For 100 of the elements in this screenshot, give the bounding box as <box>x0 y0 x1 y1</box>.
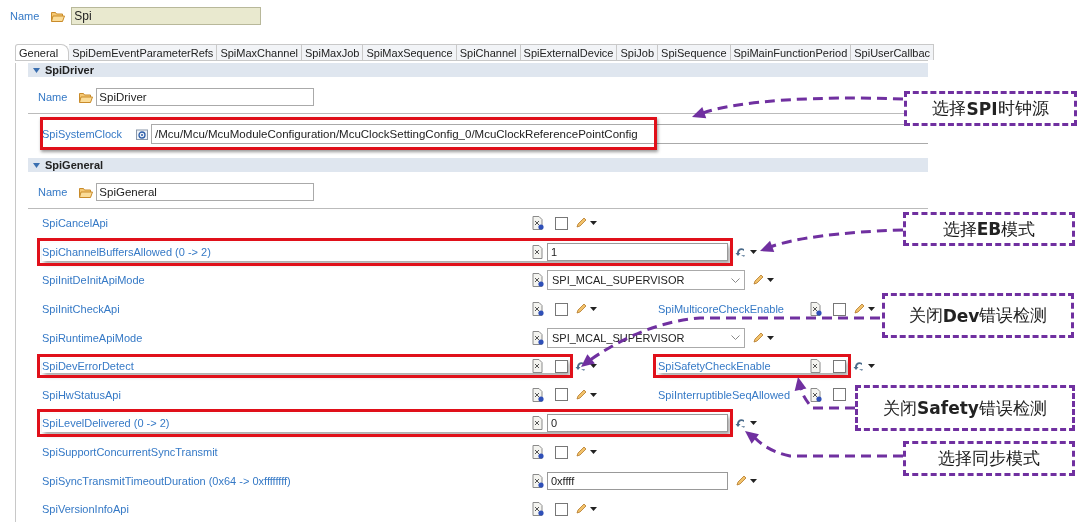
tab[interactable]: SpiMainFunctionPeriod <box>730 44 852 60</box>
pencil-menu-button[interactable] <box>575 446 597 459</box>
caret-icon <box>750 478 757 483</box>
dropdown-field[interactable]: SPI_MCAL_SUPERVISOR <box>547 270 745 291</box>
parameter-label: SpiInterruptibleSeqAllowed <box>658 388 792 401</box>
expand-icon[interactable] <box>33 162 40 168</box>
callout-note: 关闭Dev错误检测 <box>882 293 1074 338</box>
recalculate-menu-button[interactable] <box>575 360 597 373</box>
caret-icon <box>590 450 597 455</box>
checkbox[interactable] <box>833 388 846 402</box>
callout-note: 选择同步模式 <box>903 441 1075 476</box>
pencil-menu-button[interactable] <box>735 474 757 487</box>
folder-icon <box>79 91 94 103</box>
text-field[interactable]: 1 <box>547 242 728 261</box>
curved-arrow-icon <box>735 417 747 430</box>
parameter-label: SpiMulticoreCheckEnable <box>658 303 785 316</box>
curved-arrow-icon <box>853 360 865 373</box>
name-label: Name <box>38 186 68 198</box>
document-icon <box>810 359 822 374</box>
parameter-label: SpiHwStatusApi <box>42 388 122 401</box>
callout-note: 选择SPI时钟源 <box>904 91 1077 126</box>
checkbox[interactable] <box>833 359 846 373</box>
caret-icon <box>767 278 774 283</box>
document-icon <box>532 330 544 345</box>
parameter-label: SpiSyncTransmitTimeoutDuration (0x64 -> 0xffffffff) <box>42 474 292 487</box>
document-icon <box>532 273 544 288</box>
pencil-icon <box>575 388 587 401</box>
pencil-menu-button[interactable] <box>575 217 597 230</box>
reference-field[interactable]: /Mcu/Mcu/McuModuleConfiguration/McuClockSettingConfig_0/McuClockReferencePointConfig <box>151 124 928 144</box>
folder-icon <box>51 10 66 22</box>
caret-icon <box>590 307 597 312</box>
document-icon <box>532 359 544 374</box>
link-icon <box>136 128 148 140</box>
text-field[interactable]: 0xffff <box>547 471 728 490</box>
pencil-menu-button[interactable] <box>752 274 774 287</box>
checkbox[interactable] <box>555 502 568 516</box>
checkbox[interactable] <box>555 359 568 373</box>
pencil-menu-button[interactable] <box>752 331 774 344</box>
parameter-label: SpiDevErrorDetect <box>42 360 135 373</box>
checkbox[interactable] <box>555 445 568 459</box>
section-title: SpiDriver <box>45 64 94 76</box>
tab[interactable]: SpiChannel <box>456 44 521 60</box>
parameter-label: SpiRuntimeApiMode <box>42 331 144 344</box>
name-field[interactable]: SpiDriver <box>96 88 315 106</box>
pencil-menu-button[interactable] <box>575 503 597 516</box>
folder-icon <box>79 186 94 198</box>
pencil-menu-button[interactable] <box>575 303 597 316</box>
tab[interactable]: SpiUserCallbac <box>851 44 935 60</box>
caret-icon <box>590 507 597 512</box>
document-icon <box>810 302 822 317</box>
document-icon <box>810 387 822 402</box>
checkbox[interactable] <box>555 216 568 230</box>
caret-icon <box>590 221 597 226</box>
expand-icon[interactable] <box>33 67 40 73</box>
document-icon <box>532 387 544 402</box>
chevron-icon <box>731 335 740 341</box>
callout-note: 选择EB模式 <box>903 212 1075 246</box>
checkbox[interactable] <box>833 302 846 316</box>
tab[interactable]: SpiMaxJob <box>302 44 364 60</box>
caret-icon <box>868 307 875 312</box>
parameter-label: SpiChannelBuffersAllowed (0 -> 2) <box>42 245 212 258</box>
tab[interactable]: SpiDemEventParameterRefs <box>69 44 218 60</box>
text-field[interactable]: 0 <box>547 414 728 433</box>
pencil-icon <box>575 217 587 230</box>
dashed-arrow <box>794 377 855 410</box>
recalculate-menu-button[interactable] <box>735 417 757 430</box>
pencil-menu-button[interactable] <box>575 388 597 401</box>
tab[interactable]: SpiJob <box>617 44 659 60</box>
caret-icon <box>767 335 774 340</box>
parameter-label: SpiSystemClock <box>42 128 124 140</box>
caret-icon <box>750 421 757 426</box>
recalculate-menu-button[interactable] <box>853 360 875 373</box>
section-header[interactable]: SpiDriver <box>28 63 928 77</box>
checkbox[interactable] <box>555 388 568 402</box>
pencil-icon <box>752 274 764 287</box>
parameter-label: SpiVersionInfoApi <box>42 503 130 516</box>
tab[interactable]: SpiMaxChannel <box>217 44 303 60</box>
recalculate-menu-button[interactable] <box>735 245 757 258</box>
name-field[interactable]: SpiGeneral <box>96 183 315 201</box>
parameter-label: SpiInitCheckApi <box>42 303 121 316</box>
tab[interactable]: SpiMaxSequence <box>363 44 457 60</box>
document-icon <box>532 216 544 231</box>
parameter-label: SpiCancelApi <box>42 217 110 230</box>
name-label: Name <box>38 91 68 103</box>
chevron-icon <box>731 278 740 283</box>
document-icon <box>532 302 544 317</box>
caret-icon <box>590 392 597 397</box>
parameter-label: SpiSupportConcurrentSyncTransmit <box>42 446 219 459</box>
section-title: SpiGeneral <box>45 159 104 171</box>
document-icon <box>532 416 544 431</box>
caret-icon <box>750 249 757 254</box>
curved-arrow-icon <box>575 360 587 373</box>
pencil-menu-button[interactable] <box>853 303 875 316</box>
tab[interactable]: General <box>15 44 70 60</box>
section-header[interactable]: SpiGeneral <box>28 158 928 172</box>
tab[interactable]: SpiExternalDevice <box>520 44 618 60</box>
name-field[interactable]: Spi <box>71 7 262 25</box>
tab[interactable]: SpiSequence <box>658 44 731 60</box>
checkbox[interactable] <box>555 302 568 316</box>
document-icon <box>532 502 544 517</box>
